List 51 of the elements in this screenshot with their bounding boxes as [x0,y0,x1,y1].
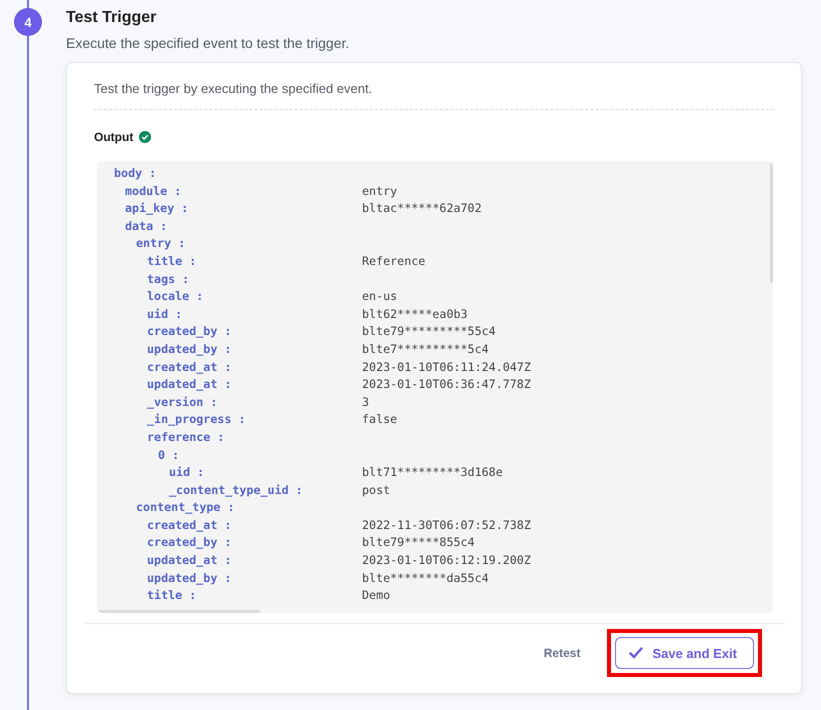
json-key: created_at : [147,360,232,374]
json-value: blte79*********55c4 [362,323,496,340]
json-value: entry [362,182,398,200]
step-description: Execute the specified event to test the trigger. [66,34,350,52]
retest-button[interactable]: Retest [544,646,580,660]
step-number: 4 [14,8,42,36]
save-exit-button[interactable]: Save and Exit [615,637,754,669]
checkmark-icon [629,647,644,659]
step-title: Test Trigger [66,9,158,27]
json-value: Demo [362,587,390,604]
json-value: 3 [362,394,370,411]
json-key: entry : [136,236,186,250]
json-key: content_type : [136,500,235,514]
json-key: updated_by : [147,342,232,356]
card-intro: Test the trigger by executing the specified event. [94,81,774,110]
json-value: post [362,482,390,499]
json-key: 0 : [158,448,180,462]
json-value: 2023-01-10T06:12:19.200Z [362,552,531,570]
json-key: reference : [147,430,224,444]
json-value: blt62*****ea0b3 [362,306,468,323]
json-key: updated_at : [147,553,232,568]
json-key: uid : [147,306,182,321]
json-key: module : [125,184,182,198]
json-value: 2023-01-10T06:36:47.778Z [362,376,531,394]
json-key: _content_type_uid : [169,482,303,497]
json-value: blte7**********5c4 [362,340,489,358]
json-key: data : [125,218,168,233]
json-value: en-us [362,288,398,306]
json-key: uid : [169,465,204,480]
json-value: false [362,411,398,428]
json-value: blt71*********3d168e [362,464,503,482]
json-key: body : [114,166,156,180]
json-key: title : [147,254,196,268]
json-value: blte********da55c4 [362,570,489,587]
json-key: created_by : [147,324,232,338]
json-key: locale : [147,289,204,304]
json-key: _version : [147,394,218,409]
json-value: bltac******62a702 [362,200,482,218]
json-key: updated_at : [147,377,232,392]
json-key: _in_progress : [147,412,246,426]
json-key: created_at : [147,518,232,532]
json-value: 2022-11-30T06:07:52.738Z [362,516,531,534]
json-key: created_by : [147,535,232,550]
json-key: updated_by : [147,570,232,585]
json-key: title : [147,588,196,602]
json-value: blte79*****855c4 [362,534,475,552]
output-label: Output [94,130,134,144]
json-key: api_key : [125,201,188,216]
json-value: 2023-01-10T06:11:24.047Z [362,358,531,376]
json-key: tags : [147,272,190,286]
json-value: Reference [362,252,426,270]
